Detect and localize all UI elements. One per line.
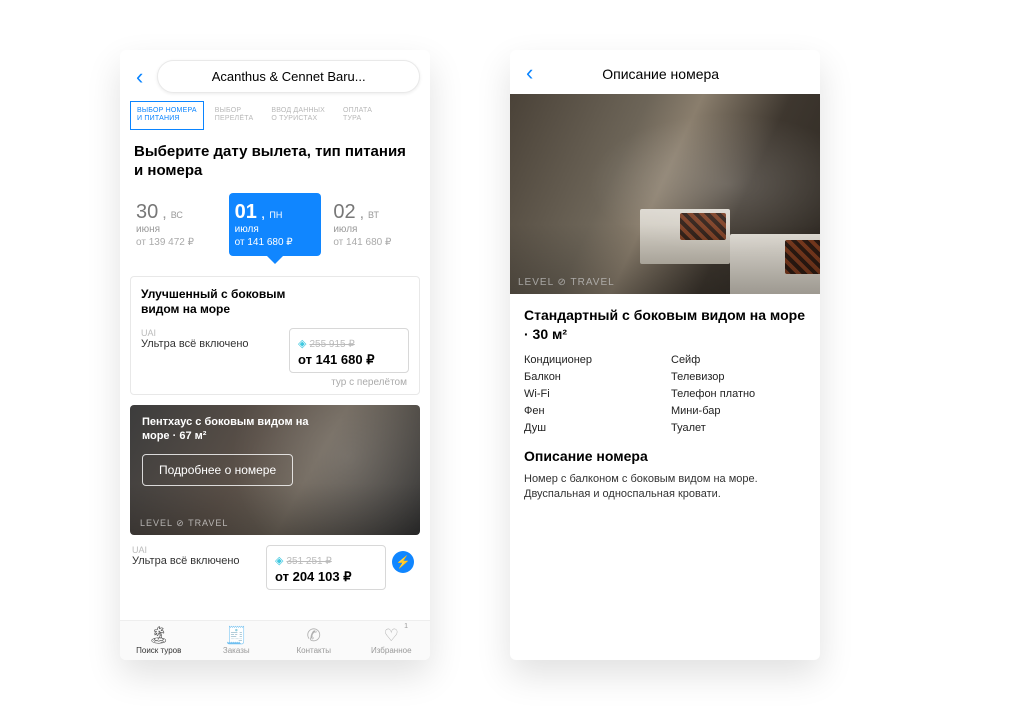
orders-icon: 🧾 [198, 627, 276, 644]
phone-left: ‹ Acanthus & Cennet Baru... ВЫБОР НОМЕРА… [120, 50, 430, 660]
palm-icon: 🏝 [120, 627, 198, 644]
penthouse-title: Пентхаус с боковым видом на море · 67 м² [142, 415, 312, 444]
tab-orders[interactable]: 🧾Заказы [198, 621, 276, 660]
section-title: Описание номера [524, 448, 806, 464]
phone-icon: ✆ [275, 627, 353, 644]
step-flight[interactable]: ВЫБОР ПЕРЕЛЁТА [208, 101, 261, 130]
watermark: LEVEL ⊘ TRAVEL [518, 277, 615, 288]
room-description: Номер с балконом с боковым видом на море… [524, 472, 806, 503]
date-selector: 30,ВС июня от 139 472 ₽ 01,ПН июля от 14… [120, 193, 430, 268]
price-hint: тур с перелётом [141, 373, 409, 388]
amenity: Балкон [524, 371, 659, 383]
topbar: ‹ Acanthus & Cennet Baru... [120, 50, 430, 101]
price-box-2[interactable]: ◈351 251 ₽ от 204 103 ₽ [266, 545, 386, 590]
step-tourist[interactable]: ВВОД ДАННЫХ О ТУРИСТАХ [264, 101, 332, 130]
page-heading: Выберите дату вылета, тип питания и номе… [120, 142, 430, 193]
room-card-2: UAI Ультра всё включено ◈351 251 ₽ от 20… [130, 545, 420, 590]
details-button[interactable]: Подробнее о номере [142, 454, 293, 486]
tab-favorites[interactable]: ♡Избранное1 [353, 621, 431, 660]
amenity: Телевизор [671, 371, 806, 383]
price-box[interactable]: ◈255 915 ₽ от 141 680 ₽ [289, 328, 409, 373]
tab-search[interactable]: 🏝Поиск туров [120, 621, 198, 660]
meal-plan-2: UAI Ультра всё включено [132, 545, 240, 567]
fav-badge: 1 [404, 623, 408, 630]
back-icon[interactable]: ‹ [520, 60, 539, 86]
diamond-icon: ◈ [298, 338, 306, 350]
meal-plan: UAI Ультра всё включено [141, 328, 249, 350]
amenity: Душ [524, 422, 659, 434]
amenity: Кондиционер [524, 354, 659, 366]
amenity: Фен [524, 405, 659, 417]
date-card-30[interactable]: 30,ВС июня от 139 472 ₽ [130, 193, 223, 256]
tabbar: 🏝Поиск туров 🧾Заказы ✆Контакты ♡Избранно… [120, 620, 430, 660]
watermark: LEVEL ⊘ TRAVEL [140, 518, 228, 529]
room-title: Стандартный с боковым видом на море · 30… [524, 306, 806, 344]
hotel-title-pill[interactable]: Acanthus & Cennet Baru... [157, 60, 420, 93]
amenity: Сейф [671, 354, 806, 366]
amenity: Телефон платно [671, 388, 806, 400]
penthouse-card[interactable]: Пентхаус с боковым видом на море · 67 м²… [130, 405, 420, 535]
amenities: Кондиционер Сейф Балкон Телевизор Wi-Fi Тел… [524, 354, 806, 434]
room-hero-image: LEVEL ⊘ TRAVEL [510, 94, 820, 294]
step-room[interactable]: ВЫБОР НОМЕРА И ПИТАНИЯ [130, 101, 204, 130]
date-card-01[interactable]: 01,ПН июля от 141 680 ₽ [229, 193, 322, 256]
stepper: ВЫБОР НОМЕРА И ПИТАНИЯ ВЫБОР ПЕРЕЛЁТА ВВ… [120, 101, 430, 142]
room-name: Улучшенный с боковым видом на море [141, 287, 301, 318]
topbar-2: ‹ Описание номера [510, 50, 820, 94]
step-payment[interactable]: ОПЛАТА ТУРА [336, 101, 379, 130]
date-card-02[interactable]: 02,ВТ июля от 141 680 ₽ [327, 193, 420, 256]
amenity: Wi-Fi [524, 388, 659, 400]
amenity: Туалет [671, 422, 806, 434]
amenity: Мини-бар [671, 405, 806, 417]
back-icon[interactable]: ‹ [130, 64, 149, 90]
room-card-1: Улучшенный с боковым видом на море UAI У… [130, 276, 420, 395]
tab-contacts[interactable]: ✆Контакты [275, 621, 353, 660]
diamond-icon: ◈ [275, 555, 283, 567]
heart-icon: ♡ [353, 627, 431, 644]
screen-title: Описание номера [547, 64, 774, 82]
phone-right: ‹ Описание номера LEVEL ⊘ TRAVEL Стандар… [510, 50, 820, 660]
bolt-icon[interactable]: ⚡ [392, 551, 414, 573]
